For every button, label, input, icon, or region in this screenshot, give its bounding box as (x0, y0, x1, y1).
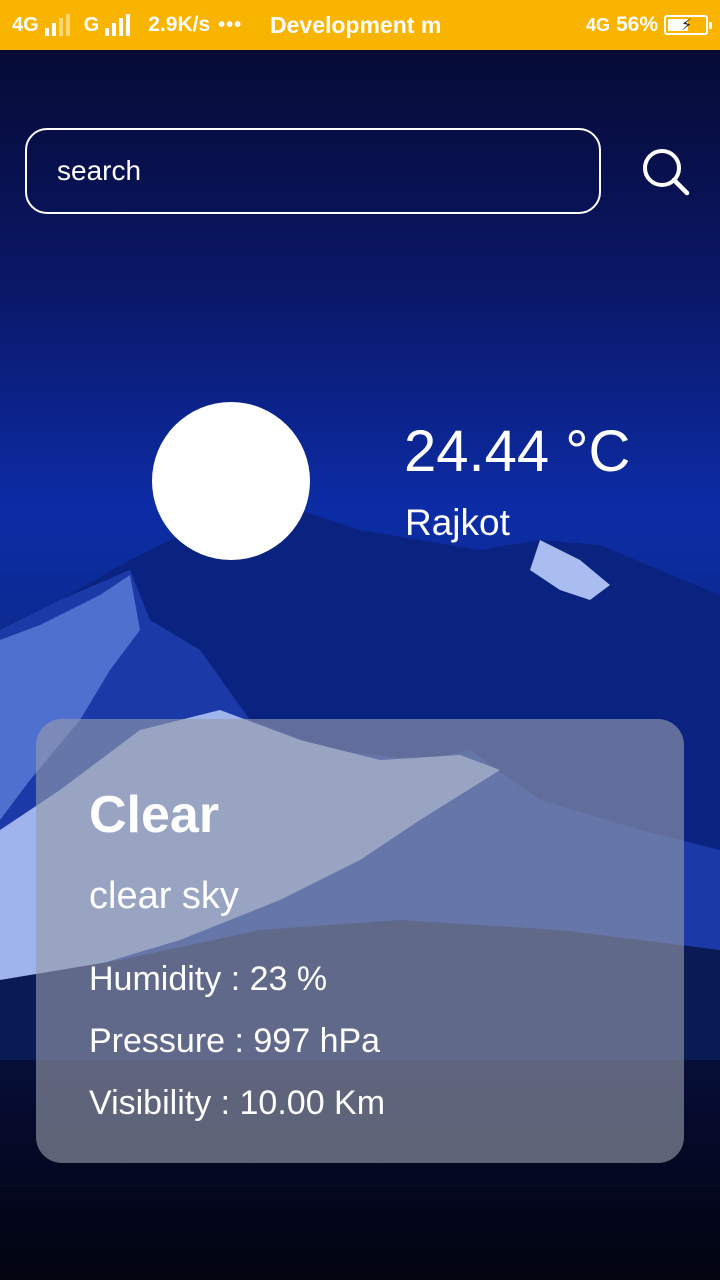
status-bar-app-title: Development m (270, 12, 442, 38)
network-speed: 2.9K/s (148, 13, 211, 36)
search-icon[interactable] (640, 146, 692, 198)
status-bar-right: 4G 56% ⚡ (585, 0, 712, 50)
signal-icon-2 (105, 14, 131, 36)
status-bar-left: 4G G 2.9K/s ••• (12, 0, 242, 50)
weather-description: clear sky (89, 875, 239, 917)
status-bar: 4G G 2.9K/s ••• Development m 4G 56% ⚡ (0, 0, 720, 50)
search-input[interactable] (55, 154, 579, 188)
sun-icon (152, 402, 310, 560)
temperature: 24.44 °C (404, 419, 631, 484)
network-type-1: 4G (12, 13, 39, 36)
app-screen: 4G G 2.9K/s ••• Development m 4G 56% ⚡ s… (0, 0, 720, 1280)
weather-main: Clear (89, 786, 220, 844)
more-notifications-icon: ••• (218, 13, 243, 36)
search-box (25, 128, 601, 214)
signal-icon (44, 14, 70, 36)
battery-percent: 56% (615, 13, 658, 36)
weather-details-card: Clear clear sky Humidity : 23 % Pressure… (36, 719, 684, 1163)
visibility: Visibility : 10.00 Km (89, 1084, 386, 1122)
humidity: Humidity : 23 % (89, 960, 328, 998)
pressure: Pressure : 997 hPa (89, 1022, 381, 1060)
network-type-2: G (83, 13, 100, 36)
battery-icon: ⚡ (664, 15, 712, 35)
network-type-3: 4G (585, 14, 610, 35)
charging-icon: ⚡ (681, 17, 693, 34)
city-name: Rajkot (405, 502, 510, 543)
